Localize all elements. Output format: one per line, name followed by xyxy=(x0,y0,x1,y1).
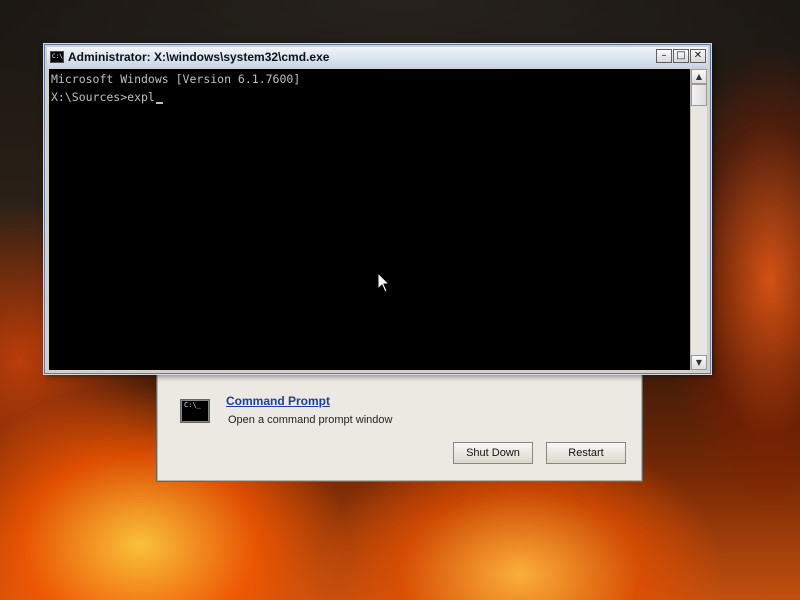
scroll-thumb[interactable] xyxy=(691,84,707,106)
cmd-icon[interactable]: C:\_ xyxy=(50,51,64,63)
console-command: X:\Sources>expl xyxy=(51,90,155,104)
title-bar[interactable]: C:\_ Administrator: X:\windows\system32\… xyxy=(47,47,708,67)
cmd-icon[interactable]: C:\_ xyxy=(180,399,210,423)
window-controls: – □ ✕ xyxy=(656,49,706,63)
cmd-window[interactable]: C:\_ Administrator: X:\windows\system32\… xyxy=(44,44,711,374)
vertical-scrollbar[interactable]: ▲ ▼ xyxy=(690,69,707,370)
maximize-button[interactable]: □ xyxy=(673,49,689,63)
console-output[interactable]: Microsoft Windows [Version 6.1.7600] X:\S… xyxy=(49,69,690,370)
scroll-down-icon[interactable]: ▼ xyxy=(691,355,707,370)
window-title: Administrator: X:\windows\system32\cmd.e… xyxy=(68,50,330,64)
close-button[interactable]: ✕ xyxy=(690,49,706,63)
console-line: Microsoft Windows [Version 6.1.7600] xyxy=(51,72,301,86)
minimize-button[interactable]: – xyxy=(656,49,672,63)
text-cursor xyxy=(155,102,163,104)
command-prompt-description: Open a command prompt window xyxy=(228,414,393,426)
console-input-line[interactable]: X:\Sources>expl xyxy=(51,88,690,106)
scroll-up-icon[interactable]: ▲ xyxy=(691,69,707,84)
restart-button[interactable]: Restart xyxy=(546,442,626,464)
desktop-background: C:\_ Command Prompt Open a command promp… xyxy=(0,0,800,600)
command-prompt-link[interactable]: Command Prompt xyxy=(226,394,330,408)
shut-down-button[interactable]: Shut Down xyxy=(453,442,533,464)
mouse-pointer-icon xyxy=(377,272,391,293)
